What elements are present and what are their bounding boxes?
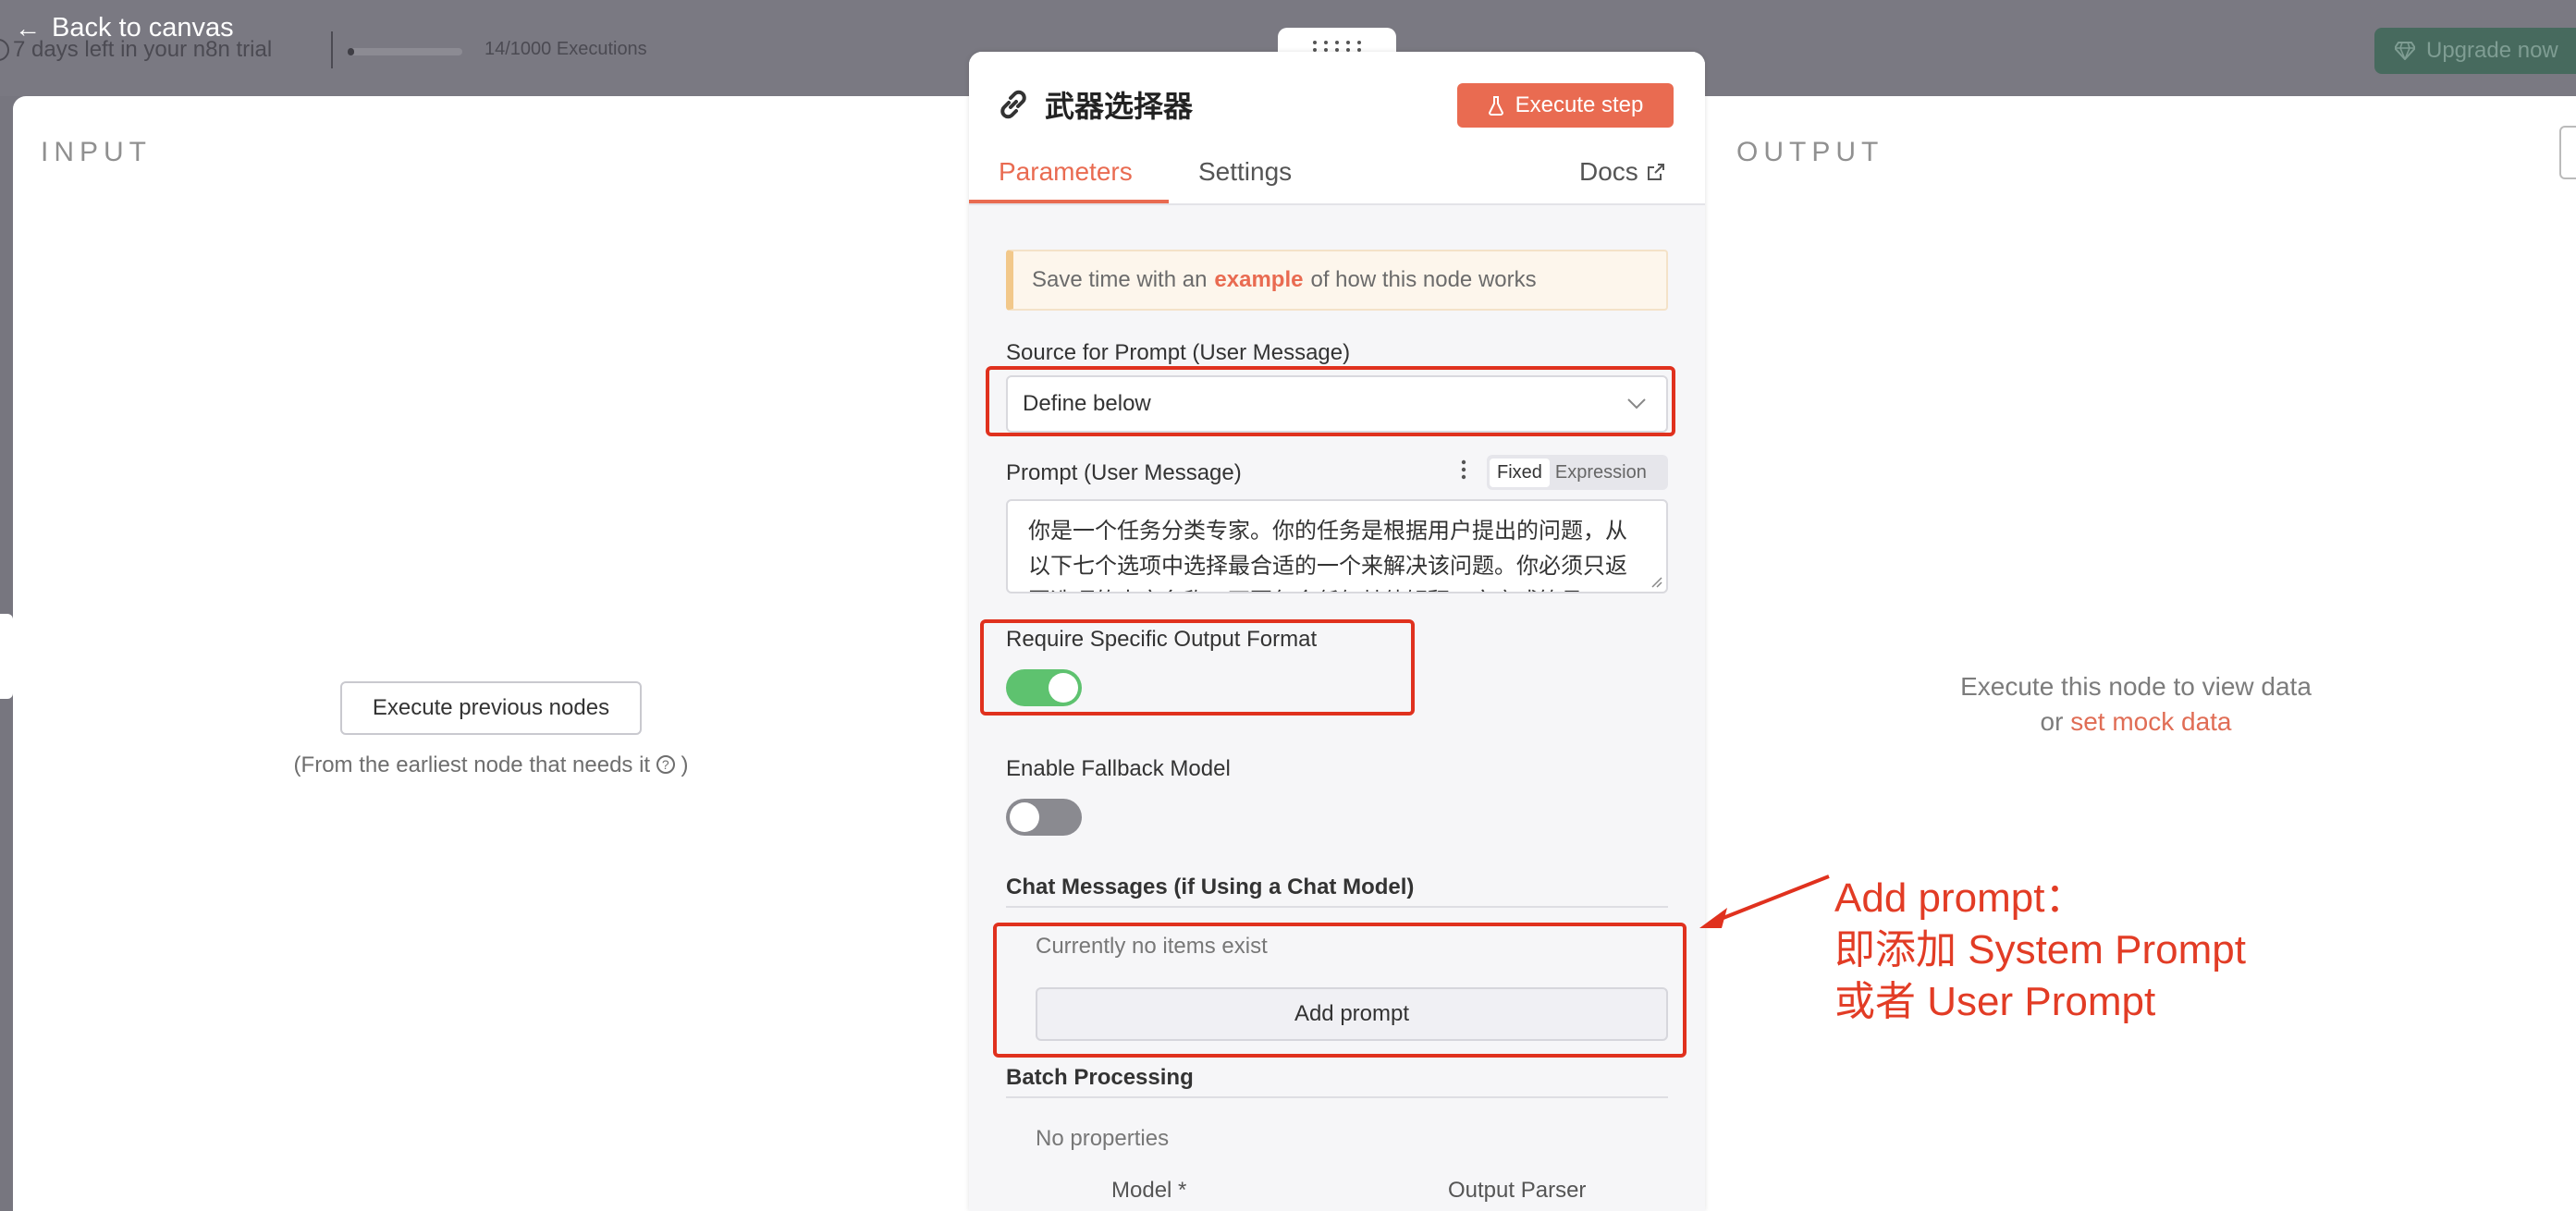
earliest-node-close: ) bbox=[681, 752, 689, 777]
prompt-label: Prompt (User Message) bbox=[1006, 460, 1242, 485]
highlight-chat-messages bbox=[993, 923, 1687, 1058]
set-mock-data-link[interactable]: set mock data bbox=[2070, 707, 2231, 736]
external-link-icon bbox=[1647, 164, 1664, 180]
fixed-expression-toggle[interactable]: Fixed Expression bbox=[1487, 455, 1668, 490]
output-parser-connector-label: Output Parser bbox=[1448, 1178, 1587, 1203]
gem-icon bbox=[2395, 42, 2415, 60]
toggle-knob bbox=[1010, 802, 1039, 832]
chat-messages-title: Chat Messages (if Using a Chat Model) bbox=[1006, 875, 1415, 899]
earliest-node-text: (From the earliest node that needs it bbox=[293, 752, 651, 777]
annotation-line-1: Add prompt： bbox=[1834, 875, 2086, 921]
input-panel: INPUT No input data yet Execute previous… bbox=[13, 96, 969, 1211]
upgrade-label: Upgrade now bbox=[2426, 38, 2558, 63]
execute-previous-nodes-button[interactable]: Execute previous nodes bbox=[340, 681, 642, 735]
hint-prefix: Save time with an bbox=[1032, 267, 1208, 292]
executions-progress-fill bbox=[348, 48, 355, 55]
section-divider bbox=[1006, 906, 1668, 908]
enable-fallback-label: Enable Fallback Model bbox=[1006, 756, 1231, 781]
highlight-source-select bbox=[986, 366, 1675, 436]
prompt-textarea[interactable]: 你是一个任务分类专家。你的任务是根据用户提出的问题，从以下七个选项中选择最合适的… bbox=[1006, 499, 1668, 593]
tab-parameters[interactable]: Parameters bbox=[999, 157, 1133, 187]
batch-processing-title: Batch Processing bbox=[1006, 1065, 1194, 1090]
output-panel: OUTPUT Execute this node to view data or… bbox=[1696, 96, 2576, 1211]
expression-option[interactable]: Expression bbox=[1550, 459, 1652, 487]
annotation-line-3: 或者 User Prompt bbox=[1834, 979, 2156, 1024]
arrow-left-icon: ← bbox=[15, 13, 41, 43]
source-for-prompt-label: Source for Prompt (User Message) bbox=[1006, 340, 1351, 365]
resize-grip-icon[interactable] bbox=[1650, 575, 1662, 588]
enable-fallback-toggle[interactable] bbox=[1006, 799, 1082, 836]
output-panel-title: OUTPUT bbox=[1736, 137, 1884, 167]
more-options-icon[interactable] bbox=[1461, 459, 1466, 481]
annotation-text: Add prompt： 即添加 System Prompt 或者 User Pr… bbox=[1834, 873, 2246, 1028]
link-icon bbox=[1000, 90, 1026, 119]
hint-suffix: of how this node works bbox=[1310, 267, 1537, 292]
execute-step-label: Execute step bbox=[1515, 92, 1644, 117]
upgrade-button[interactable]: Upgrade now bbox=[2374, 28, 2576, 74]
back-to-canvas-label: Back to canvas bbox=[52, 13, 234, 43]
earliest-node-note: (From the earliest node that needs it ? … bbox=[13, 752, 969, 778]
fixed-option[interactable]: Fixed bbox=[1490, 458, 1550, 487]
example-link[interactable]: example bbox=[1214, 267, 1303, 293]
divider bbox=[331, 31, 333, 68]
or-text: or bbox=[2040, 707, 2064, 736]
back-to-canvas-link[interactable]: ← Back to canvas bbox=[15, 13, 234, 43]
section-divider bbox=[1006, 1096, 1668, 1098]
output-panel-edge-button[interactable] bbox=[2559, 126, 2576, 179]
output-empty-hint: Execute this node to view data or set mo… bbox=[1696, 669, 2576, 740]
question-mark-icon[interactable]: ? bbox=[656, 755, 675, 774]
info-icon bbox=[0, 39, 9, 61]
prompt-text-value: 你是一个任务分类专家。你的任务是根据用户提出的问题，从以下七个选项中选择最合适的… bbox=[1028, 519, 1627, 592]
tab-settings[interactable]: Settings bbox=[1198, 157, 1292, 187]
no-properties-text: No properties bbox=[1036, 1126, 1170, 1151]
node-title-group: 武器选择器 bbox=[997, 83, 1193, 126]
panel-resize-handle[interactable] bbox=[0, 614, 13, 699]
node-title[interactable]: 武器选择器 bbox=[1045, 83, 1193, 126]
annotation-arrow-icon bbox=[1699, 875, 1830, 928]
annotation-line-2: 即添加 System Prompt bbox=[1834, 927, 2246, 972]
input-panel-title: INPUT bbox=[41, 137, 152, 167]
docs-label: Docs bbox=[1579, 157, 1638, 186]
executions-progress-bar bbox=[348, 48, 462, 55]
flask-icon bbox=[1488, 96, 1503, 116]
execute-hint-text: Execute this node to view data bbox=[1960, 672, 2312, 701]
execute-step-button[interactable]: Execute step bbox=[1457, 83, 1674, 128]
highlight-output-format bbox=[980, 619, 1415, 716]
model-connector-label: Model * bbox=[1111, 1178, 1187, 1203]
executions-count: 14/1000 Executions bbox=[485, 39, 647, 59]
node-header: 武器选择器 Execute step Parameters Settings D… bbox=[969, 52, 1705, 205]
example-hint-box: Save time with an example of how this no… bbox=[1006, 250, 1668, 311]
active-tab-indicator bbox=[969, 200, 1169, 203]
docs-link[interactable]: Docs bbox=[1579, 157, 1666, 187]
